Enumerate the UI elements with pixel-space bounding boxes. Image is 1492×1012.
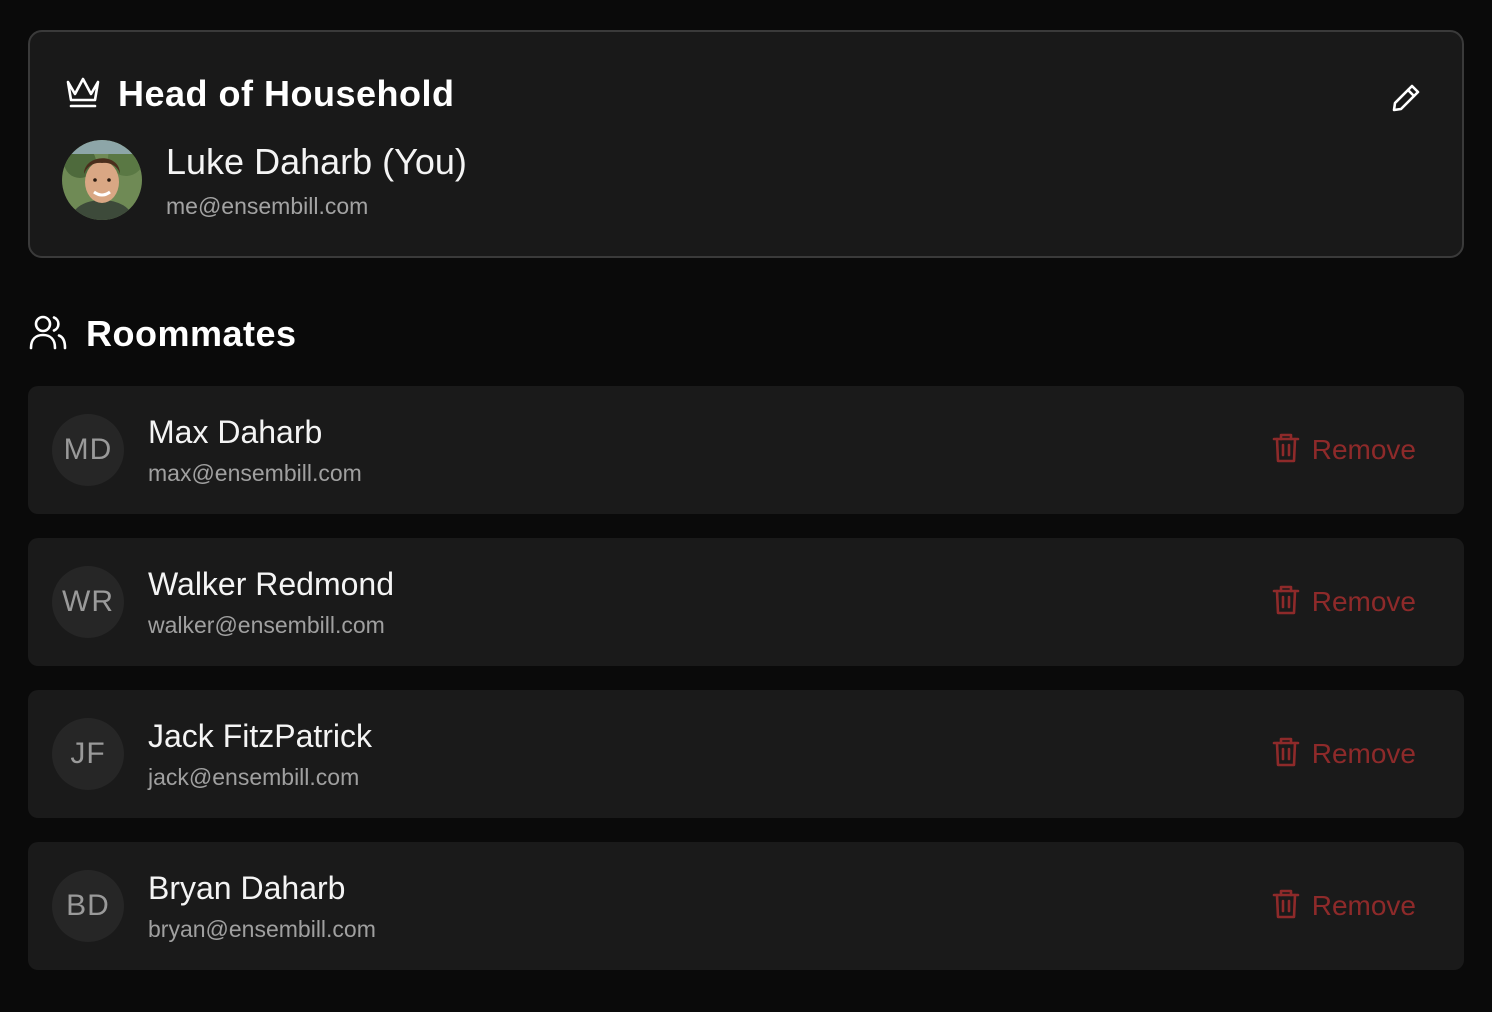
roommate-email: walker@ensembill.com xyxy=(148,612,385,638)
remove-button[interactable]: Remove xyxy=(1272,430,1416,470)
roommate-email: bryan@ensembill.com xyxy=(148,916,376,942)
roommate-name: Bryan Daharb xyxy=(148,870,346,906)
users-icon xyxy=(28,313,68,356)
head-user-email: me@ensembill.com xyxy=(166,193,369,219)
remove-button[interactable]: Remove xyxy=(1272,582,1416,622)
head-of-household-title: Head of Household xyxy=(118,73,455,114)
head-of-household-card: Head of Household Luke Daharb (You) me@e… xyxy=(28,30,1464,258)
trash-icon xyxy=(1272,432,1300,469)
head-user-name: Luke Daharb (You) xyxy=(166,141,467,182)
remove-label: Remove xyxy=(1311,738,1416,769)
remove-label: Remove xyxy=(1311,434,1416,465)
roommates-title: Roommates xyxy=(86,313,297,354)
list-item: BD Bryan Daharb bryan@ensembill.com Remo… xyxy=(28,842,1464,970)
roommate-name: Jack FitzPatrick xyxy=(148,718,373,754)
list-item: JF Jack FitzPatrick jack@ensembill.com R… xyxy=(28,690,1464,818)
avatar xyxy=(62,140,142,220)
roommate-list: MD Max Daharb max@ensembill.com Remove W… xyxy=(28,386,1464,994)
trash-icon xyxy=(1272,888,1300,925)
avatar: MD xyxy=(52,414,124,486)
remove-label: Remove xyxy=(1311,890,1416,921)
trash-icon xyxy=(1272,736,1300,773)
remove-label: Remove xyxy=(1311,586,1416,617)
roommate-email: jack@ensembill.com xyxy=(148,764,360,790)
list-item: MD Max Daharb max@ensembill.com Remove xyxy=(28,386,1464,514)
avatar: BD xyxy=(52,870,124,942)
remove-button[interactable]: Remove xyxy=(1272,734,1416,774)
list-item: WR Walker Redmond walker@ensembill.com R… xyxy=(28,538,1464,666)
remove-button[interactable]: Remove xyxy=(1272,886,1416,926)
avatar: WR xyxy=(52,566,124,638)
pencil-icon xyxy=(1390,82,1422,119)
avatar: JF xyxy=(52,718,124,790)
roommate-email: max@ensembill.com xyxy=(148,460,362,486)
crown-icon xyxy=(64,74,102,115)
roommates-header: Roommates xyxy=(28,312,297,356)
roommate-name: Max Daharb xyxy=(148,414,323,450)
trash-icon xyxy=(1272,584,1300,621)
head-user: Luke Daharb (You) me@ensembill.com xyxy=(62,140,467,220)
head-of-household-header: Head of Household xyxy=(64,72,455,116)
roommate-name: Walker Redmond xyxy=(148,566,395,602)
edit-button[interactable] xyxy=(1388,82,1424,118)
